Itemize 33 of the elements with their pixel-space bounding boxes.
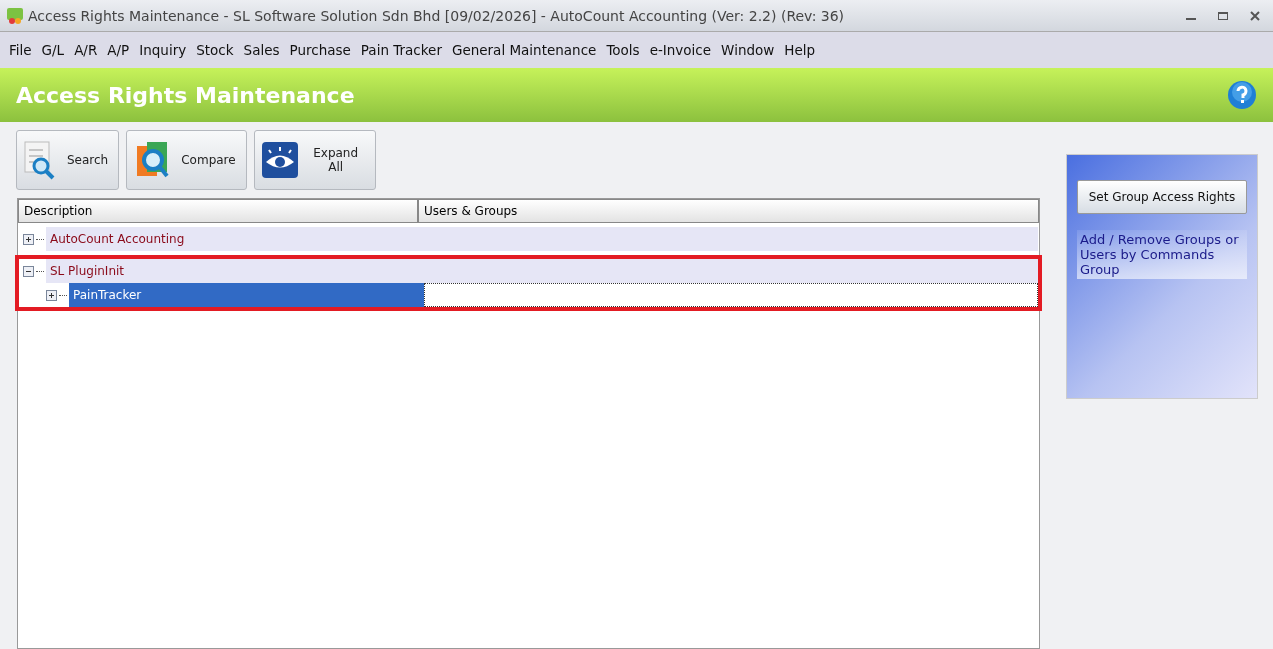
eye-icon (260, 141, 299, 179)
menu-item[interactable]: Window (716, 42, 780, 58)
menu-item[interactable]: General Maintenance (446, 42, 602, 58)
expand-icon[interactable] (46, 289, 57, 301)
menu-item[interactable]: Help (779, 42, 821, 58)
collapse-icon[interactable] (23, 265, 34, 277)
menu-item[interactable]: Purchase (284, 42, 356, 58)
set-group-access-rights-button[interactable]: Set Group Access Rights (1077, 180, 1247, 214)
menu-item[interactable]: A/R (69, 42, 103, 58)
toolbar-button[interactable]: Compare (126, 130, 247, 190)
tree-node[interactable]: PainTracker (69, 283, 424, 307)
description-link[interactable]: Add / Remove Groups or Users by Commands Group (1077, 230, 1247, 279)
toolbar-button[interactable]: Search (16, 130, 120, 190)
menu-item[interactable]: G/L (36, 42, 70, 58)
toolbar-button[interactable]: Expand All (253, 130, 376, 190)
help-icon[interactable] (1227, 80, 1257, 110)
page-title: Access Rights Maintenance (16, 82, 355, 108)
menu-item[interactable]: Inquiry (134, 42, 192, 58)
tree-node[interactable]: AutoCount Accounting (46, 227, 421, 251)
menu-item[interactable]: File (4, 42, 37, 58)
menu-item[interactable]: Pain Tracker (355, 42, 447, 58)
column-header: Description (18, 199, 418, 223)
menu-item[interactable]: Tools (601, 42, 645, 58)
app-logo-icon (6, 6, 24, 25)
menu-item[interactable]: Stock (191, 42, 239, 58)
column-header: Users & Groups (418, 199, 1039, 223)
menu-item[interactable]: e-Invoice (644, 42, 717, 58)
menu-item[interactable]: Sales (238, 42, 285, 58)
expand-icon[interactable] (23, 233, 34, 245)
menu-item[interactable]: A/P (102, 42, 135, 58)
tree-node[interactable]: SL PluginInit (46, 259, 421, 283)
window-title: Access Rights Maintenance - SL Software Solution Sdn Bhd [09/02/2026] - AutoCount Accounting (Ver: 2.2) (Rev: 36) (28, 7, 845, 24)
close-icon[interactable] (1249, 9, 1261, 22)
